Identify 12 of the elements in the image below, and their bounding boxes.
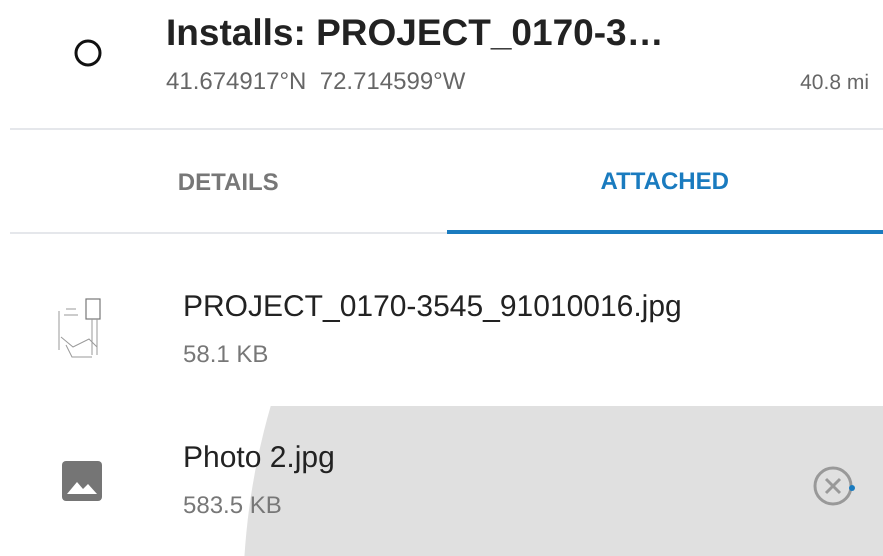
cancel-icon[interactable] (813, 465, 857, 507)
status-circle-icon (73, 38, 103, 68)
file-name: Photo 2.jpg (183, 440, 336, 476)
file-size: 58.1 KB (183, 340, 270, 370)
file-name: PROJECT_0170-3545_91010016.jpg (183, 289, 683, 325)
distance: 40.8 mi (800, 70, 869, 96)
coordinates: 41.674917°N 72.714599°W (166, 67, 466, 97)
tab[interactable]: ATTACHED (446, 130, 883, 234)
image-icon (62, 461, 102, 501)
file-size: 583.5 KB (183, 491, 283, 521)
item-title: Installs: PROJECT_0170-3… (166, 11, 665, 55)
tab[interactable]: DETAILS (10, 130, 446, 232)
